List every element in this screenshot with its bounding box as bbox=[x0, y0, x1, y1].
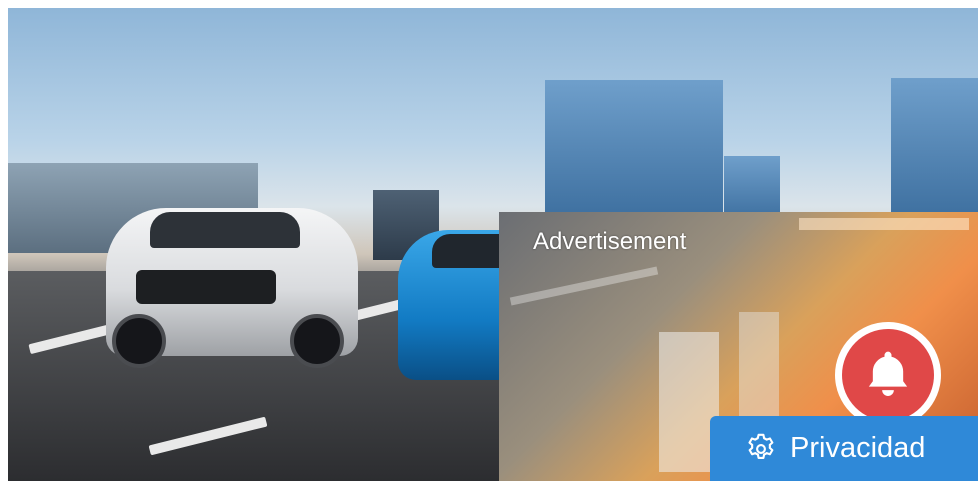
building bbox=[545, 80, 723, 220]
factory-structure bbox=[509, 266, 659, 306]
windshield bbox=[150, 212, 300, 248]
wheel bbox=[112, 314, 166, 368]
lane-marking bbox=[148, 416, 268, 456]
grille bbox=[136, 270, 276, 304]
privacy-button[interactable]: Privacidad bbox=[710, 416, 978, 481]
bell-icon bbox=[868, 351, 908, 396]
privacy-label: Privacidad bbox=[790, 432, 926, 464]
building bbox=[724, 156, 780, 220]
notification-bell-inner bbox=[842, 329, 934, 421]
factory-structure bbox=[799, 218, 969, 230]
advertisement-label: Advertisement bbox=[533, 228, 687, 255]
gear-icon bbox=[748, 433, 774, 459]
white-suv bbox=[106, 208, 358, 368]
notification-bell-button[interactable] bbox=[835, 322, 941, 428]
building bbox=[891, 78, 978, 220]
wheel bbox=[290, 314, 344, 368]
